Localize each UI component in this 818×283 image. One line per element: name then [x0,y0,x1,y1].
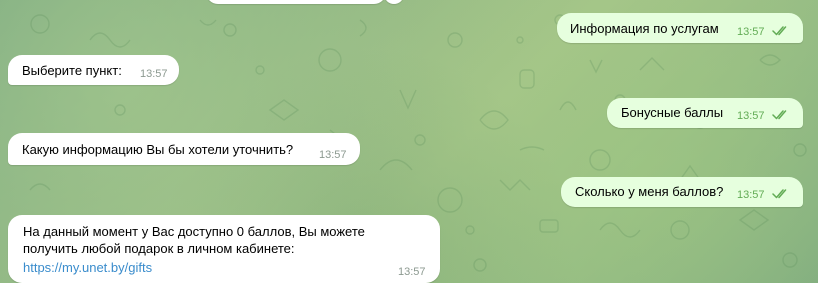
message-text: Информация по услугам [570,21,719,36]
message-time: 13:57 [140,68,168,80]
chat-area: Информация по услугам 13:57 Выберите пун… [0,0,818,283]
incoming-message[interactable]: На данный момент у Вас доступно 0 баллов… [8,215,440,283]
message-time: 13:57 [319,149,347,161]
message-text: Бонусные баллы [621,105,724,120]
message-text: Какую информацию Вы бы хотели уточнить? [22,142,294,157]
incoming-message[interactable]: Какую информацию Вы бы хотели уточнить? … [8,133,360,165]
double-check-read-icon [772,189,787,199]
message-text-line: получить любой подарок в личном кабинете… [23,241,295,256]
message-text: Сколько у меня баллов? [575,184,724,199]
message-time: 13:57 [398,266,426,278]
gifts-link[interactable]: https://my.unet.by/gifts [23,260,152,276]
double-check-read-icon [772,26,787,36]
message-time: 13:57 [737,110,765,122]
message-time: 13:57 [737,26,765,38]
incoming-message-partial [206,0,386,4]
message-time: 13:57 [737,189,765,201]
double-check-read-icon [772,110,787,120]
outgoing-message[interactable]: Сколько у меня баллов? 13:57 [561,177,803,207]
outgoing-message[interactable]: Информация по услугам 13:57 [557,13,803,43]
outgoing-message[interactable]: Бонусные баллы 13:57 [607,98,803,128]
incoming-message[interactable]: Выберите пункт: 13:57 [8,55,179,85]
message-text: Выберите пункт: [22,63,122,78]
message-text-line: На данный момент у Вас доступно 0 баллов… [23,224,365,239]
